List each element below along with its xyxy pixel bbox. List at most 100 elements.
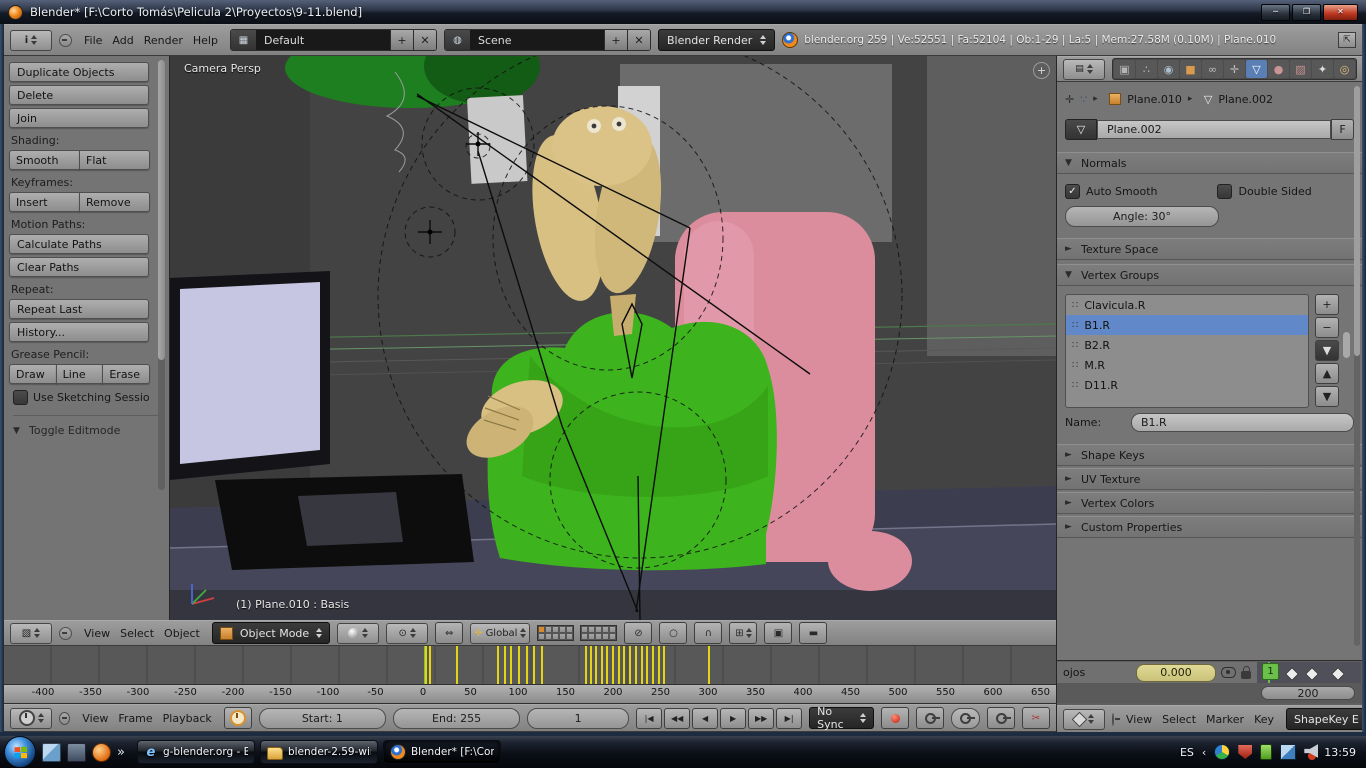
layer-cell[interactable] [595, 633, 602, 640]
properties-scrollbar[interactable] [1354, 86, 1360, 646]
tool-button[interactable]: Remove [79, 192, 150, 212]
start-frame-field[interactable]: Start: 1 [259, 708, 386, 729]
delete-layout-button[interactable]: ✕ [413, 30, 436, 50]
layers-right[interactable] [580, 625, 617, 641]
screen-layout-selector[interactable]: ▦ Default + ✕ [230, 29, 437, 51]
tool-button[interactable]: Delete [9, 85, 149, 105]
layer-cell[interactable] [602, 626, 609, 633]
lock-camera-button[interactable]: ⊘ [624, 622, 652, 644]
layer-cell[interactable] [559, 626, 566, 633]
angle-slider[interactable]: Angle: 30° [1065, 206, 1219, 227]
layer-cell[interactable] [552, 633, 559, 640]
layer-cell[interactable] [595, 626, 602, 633]
layer-cell[interactable] [559, 633, 566, 640]
custom-properties-panel-header[interactable]: ►Custom Properties [1057, 516, 1362, 538]
object-data-tab[interactable]: ▽ [1246, 60, 1267, 78]
lock-icon[interactable] [1241, 671, 1251, 679]
record-button[interactable] [881, 707, 909, 729]
shape-keys-panel-header[interactable]: ►Shape Keys [1057, 444, 1362, 466]
network-tray-icon[interactable] [1280, 744, 1296, 760]
auto-smooth-checkbox[interactable]: ✓ [1065, 184, 1080, 199]
menu-item[interactable]: View [1121, 713, 1157, 726]
tool-button[interactable]: Join [9, 108, 149, 128]
vg-move-down-button[interactable]: ▼ [1315, 386, 1339, 407]
pin-icon[interactable]: ✛ [1065, 93, 1074, 106]
scene-selector[interactable]: ◍ Scene + ✕ [444, 29, 651, 51]
editor-type-button[interactable] [1063, 709, 1105, 730]
menu-item[interactable]: View [77, 712, 113, 725]
menu-item[interactable]: Marker [1201, 713, 1249, 726]
world-tab[interactable]: ◉ [1158, 60, 1179, 78]
tool-button[interactable]: Line [56, 364, 104, 384]
browse-data-icon[interactable]: ∵ [1080, 93, 1087, 106]
editor-type-button[interactable] [10, 708, 52, 729]
taskbar-task[interactable]: eg-blender.org - Bus... [137, 740, 255, 764]
playback-button[interactable]: ◀ [692, 708, 718, 729]
media-player-icon[interactable] [92, 743, 111, 762]
wall-panel[interactable] [927, 56, 1056, 356]
toggle-editmode-section[interactable]: ▼ Toggle Editmode [13, 415, 164, 437]
switch-windows-icon[interactable] [67, 743, 86, 762]
playback-button[interactable]: ▶ [720, 708, 746, 729]
modifiers-tab[interactable]: ✛ [1224, 60, 1245, 78]
show-desktop-icon[interactable] [42, 743, 61, 762]
editor-type-button[interactable]: ▤ [1063, 59, 1105, 80]
vertex-groups-list[interactable]: ∷Clavicula.R∷B1.R∷B2.R∷M.R∷D11.R [1065, 294, 1309, 408]
eye-icon[interactable] [1221, 667, 1236, 678]
insert-keyframes-button[interactable] [987, 707, 1015, 729]
playback-button[interactable]: ▶▶ [748, 708, 774, 729]
layer-cell[interactable] [566, 626, 573, 633]
render-opengl-button[interactable]: ▣ [764, 622, 792, 644]
normals-panel-header[interactable]: ▼ Normals [1057, 152, 1362, 174]
fake-user-button[interactable]: F [1331, 119, 1354, 140]
start-button[interactable] [4, 736, 36, 768]
keying-set-button[interactable] [916, 707, 944, 729]
layer-cell[interactable] [581, 626, 588, 633]
menu-item[interactable]: Select [115, 627, 159, 640]
render-tab[interactable]: ▣ [1114, 60, 1135, 78]
layer-cell[interactable] [581, 633, 588, 640]
collapse-menus-icon[interactable] [1112, 713, 1114, 726]
add-layout-button[interactable]: + [390, 30, 413, 50]
menu-item[interactable]: Playback [158, 712, 217, 725]
language-indicator[interactable]: ES [1180, 746, 1194, 759]
layer-cell[interactable] [609, 633, 616, 640]
menu-item[interactable]: Select [1157, 713, 1201, 726]
taskbar-task[interactable]: Blender* [F:\Corto T... [383, 740, 501, 764]
layers-left[interactable] [537, 625, 574, 641]
breadcrumb-data[interactable]: Plane.002 [1218, 93, 1273, 106]
sketching-checkbox[interactable] [13, 390, 28, 405]
quicklaunch-overflow-icon[interactable]: » [117, 745, 125, 760]
pivot-dropdown[interactable]: ⊙ [386, 623, 428, 644]
tool-button[interactable]: Clear Paths [9, 257, 149, 277]
texture-tab[interactable]: ▨ [1290, 60, 1311, 78]
menu-item[interactable]: Render [139, 34, 188, 47]
collapse-menus-icon[interactable] [59, 712, 70, 725]
vg-move-up-button[interactable]: ▲ [1315, 363, 1339, 384]
object-tab[interactable]: ■ [1180, 60, 1201, 78]
paper-object[interactable] [467, 95, 527, 184]
vertex-groups-scrollbar[interactable] [1343, 298, 1350, 402]
menu-item[interactable]: Object [159, 627, 205, 640]
vg-remove-button[interactable]: − [1315, 317, 1339, 338]
vertex-group-item[interactable]: ∷B2.R [1066, 335, 1308, 355]
maximize-button[interactable]: ❐ [1292, 4, 1321, 21]
proportional-edit-button[interactable]: ○ [659, 622, 687, 644]
vertex-group-item[interactable]: ∷Clavicula.R [1066, 295, 1308, 315]
end-frame-field[interactable]: End: 255 [393, 708, 520, 729]
layer-cell[interactable] [566, 633, 573, 640]
tool-button[interactable]: History... [9, 322, 149, 342]
vg-add-button[interactable]: + [1315, 294, 1339, 315]
layer-cell[interactable] [588, 626, 595, 633]
orientation-dropdown[interactable]: ✛ Global [470, 623, 530, 644]
dopesheet-mode-dropdown[interactable]: ShapeKey E [1286, 708, 1362, 730]
snap-element-dropdown[interactable]: ⊞ [729, 622, 757, 644]
dopesheet-keyframe-strip[interactable]: 1 [1257, 662, 1361, 683]
timeline-scrubber[interactable]: -400-350-300-250-200-150-100-50050100150… [4, 684, 1056, 704]
delete-scene-button[interactable]: ✕ [627, 30, 650, 50]
vertex-group-item[interactable]: ∷B1.R [1066, 315, 1308, 335]
playback-button[interactable]: |◀ [636, 708, 662, 729]
shapekey-channel-row[interactable]: ojos 0.000 [1057, 662, 1257, 683]
current-frame-field[interactable]: 1 [527, 708, 629, 729]
viewport-3d[interactable]: Camera Persp (1) Plane.010 : Basis + Dup… [4, 56, 1056, 646]
